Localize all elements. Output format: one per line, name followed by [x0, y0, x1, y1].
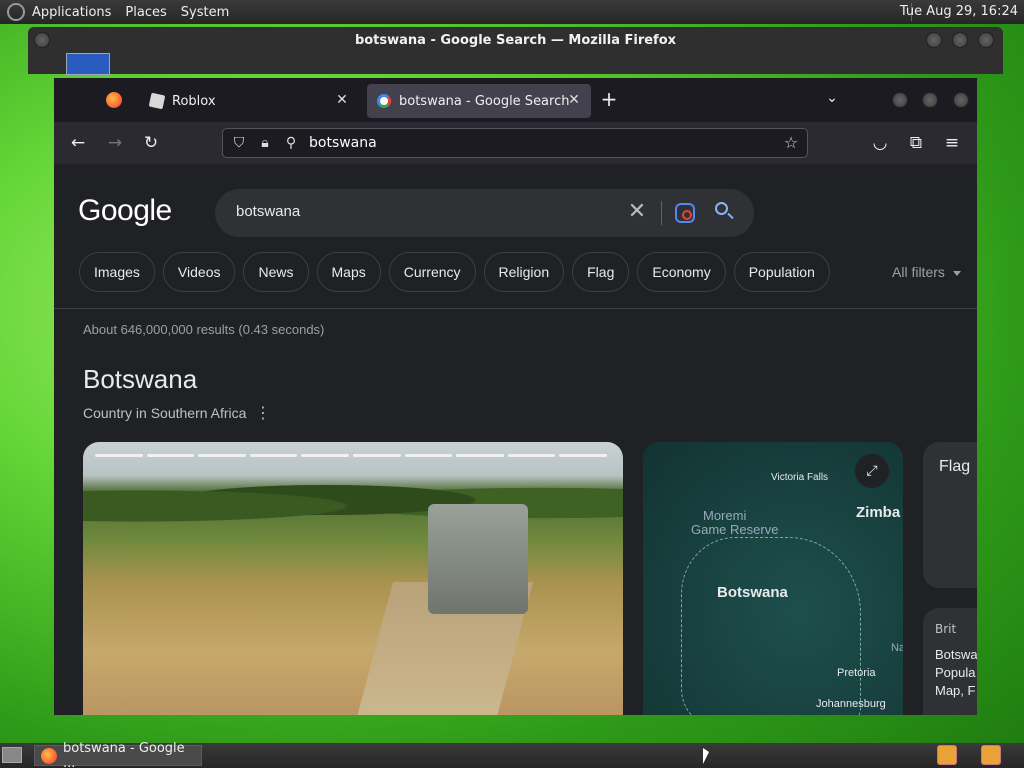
- snippet-line: Botswa: [935, 647, 977, 662]
- reload-icon[interactable]: ↻: [139, 131, 163, 155]
- all-filters-label: All filters: [892, 264, 945, 280]
- tab-label: Roblox: [172, 93, 216, 109]
- tab-bar: Roblox ✕ botswana - Google Search ✕ + ⌄: [54, 78, 977, 122]
- inner-maximize-button[interactable]: [922, 92, 938, 108]
- distro-logo-icon[interactable]: [7, 3, 25, 21]
- task-label: botswana - Google ...: [62, 740, 185, 768]
- chip-currency[interactable]: Currency: [388, 252, 476, 292]
- chip-economy[interactable]: Economy: [637, 252, 726, 292]
- map-border: [681, 537, 861, 715]
- firefox-icon: [41, 747, 57, 764]
- divider: [54, 308, 977, 309]
- system-menu[interactable]: System: [174, 5, 236, 20]
- map-label-pretoria: Pretoria: [837, 667, 876, 679]
- search-input[interactable]: botswana: [236, 203, 300, 220]
- caret-down-icon: [952, 270, 961, 276]
- inner-minimize-button[interactable]: [892, 92, 908, 108]
- nav-toolbar: ← → ↻ ⛉ 🔒︎ ⚲ botswana ☆ ◡ ⧉ ≡: [54, 122, 977, 164]
- more-options-icon[interactable]: ⋮: [255, 404, 271, 422]
- google-results-page: Google botswana ✕ Images Videos News Map…: [54, 164, 977, 715]
- url-text[interactable]: botswana: [309, 135, 377, 151]
- chip-population[interactable]: Population: [733, 252, 830, 292]
- search-icon[interactable]: [713, 200, 737, 224]
- permissions-icon[interactable]: ⚲: [281, 133, 301, 153]
- minimize-button[interactable]: [926, 32, 942, 48]
- filter-chips: Images Videos News Maps Currency Religio…: [79, 252, 838, 294]
- results-count: About 646,000,000 results (0.43 seconds): [83, 322, 325, 337]
- map-label-victoria-falls: Victoria Falls: [771, 472, 829, 483]
- tracking-shield-icon[interactable]: ⛉: [229, 133, 249, 153]
- flag-card-title: Flag: [939, 458, 971, 475]
- chip-videos[interactable]: Videos: [162, 252, 236, 292]
- bottom-panel: botswana - Google ...: [0, 741, 1024, 768]
- slideshow-progress: [95, 454, 611, 457]
- taskbar-firefox-task[interactable]: botswana - Google ...: [34, 741, 202, 768]
- map-label-johannesburg: Johannesburg: [816, 698, 886, 710]
- snippet-line: Popula: [935, 665, 976, 680]
- map-label-game-reserve: Game Reserve: [691, 522, 779, 537]
- britannica-snippet: Botswa Popula Map, F: [935, 646, 977, 700]
- flag-card[interactable]: Flag: [923, 442, 977, 588]
- britannica-source: Brit: [935, 622, 957, 636]
- pocket-icon[interactable]: ◡: [868, 131, 892, 155]
- chip-religion[interactable]: Religion: [483, 252, 565, 292]
- firefox-window: Roblox ✕ botswana - Google Search ✕ + ⌄ …: [54, 78, 977, 715]
- chip-news[interactable]: News: [243, 252, 309, 292]
- map-label-na: Na: [891, 642, 903, 654]
- maximize-button[interactable]: [952, 32, 968, 48]
- firefox-launcher-icon[interactable]: [937, 745, 957, 765]
- tab-label: botswana - Google Search: [399, 93, 570, 109]
- desktop-tile: [66, 53, 110, 75]
- knowledge-panel-subtitle: Country in Southern Africa: [83, 405, 247, 421]
- britannica-card[interactable]: Brit Botswa Popula Map, F: [923, 608, 977, 715]
- firefox-view-icon[interactable]: [106, 92, 122, 108]
- map-label-zimba: Zimba: [856, 504, 901, 521]
- knowledge-panel-title: Botswana: [83, 364, 198, 394]
- close-button[interactable]: [978, 32, 994, 48]
- firefox-launcher-icon-2[interactable]: [981, 745, 1001, 765]
- roblox-favicon-icon: [148, 92, 166, 110]
- map-label-moremi: Moremi: [703, 508, 747, 523]
- hamburger-menu-icon[interactable]: ≡: [940, 131, 964, 155]
- safari-photo[interactable]: [83, 442, 623, 715]
- tab-google-search[interactable]: botswana - Google Search ✕: [367, 84, 591, 118]
- url-bar[interactable]: ⛉ 🔒︎ ⚲ botswana ☆: [222, 128, 808, 158]
- all-filters-button[interactable]: All filters: [892, 264, 961, 280]
- outer-firefox-window: botswana - Google Search — Mozilla Firef…: [28, 27, 1003, 74]
- clear-search-icon[interactable]: ✕: [625, 200, 649, 224]
- search-box[interactable]: botswana ✕: [215, 189, 754, 237]
- google-favicon-icon: [377, 94, 391, 108]
- list-all-tabs-chevron-icon[interactable]: ⌄: [822, 90, 842, 110]
- google-logo[interactable]: Google: [78, 194, 172, 228]
- bookmark-star-icon[interactable]: ☆: [781, 133, 801, 153]
- chip-flag[interactable]: Flag: [572, 252, 630, 292]
- lock-icon[interactable]: 🔒︎: [255, 133, 275, 153]
- show-desktop-icon[interactable]: [2, 747, 22, 763]
- snippet-line: Map, F: [935, 683, 976, 698]
- top-panel: Applications Places System Tue Aug 29, 1…: [0, 0, 1024, 24]
- inner-close-button[interactable]: [953, 92, 969, 108]
- new-tab-icon[interactable]: +: [599, 89, 619, 110]
- search-divider: [661, 201, 662, 225]
- forward-arrow-icon[interactable]: →: [103, 131, 127, 155]
- expand-map-icon[interactable]: ⤢: [855, 454, 889, 488]
- map-card[interactable]: Victoria Falls Moremi Game Reserve Zimba…: [643, 442, 903, 715]
- photo-jeep: [428, 504, 528, 614]
- close-tab-icon[interactable]: ✕: [333, 91, 351, 109]
- outer-window-title: botswana - Google Search — Mozilla Firef…: [354, 33, 677, 48]
- applications-menu[interactable]: Applications: [25, 5, 118, 20]
- google-lens-icon[interactable]: [675, 203, 695, 223]
- clock[interactable]: Tue Aug 29, 16:24: [900, 4, 1018, 19]
- places-menu[interactable]: Places: [118, 5, 173, 20]
- photo-trees: [83, 470, 623, 530]
- map-label-botswana: Botswana: [717, 584, 788, 601]
- tab-roblox[interactable]: Roblox ✕: [140, 84, 359, 118]
- chip-maps[interactable]: Maps: [316, 252, 381, 292]
- close-tab-icon[interactable]: ✕: [565, 91, 583, 109]
- mouse-cursor-icon: [703, 748, 709, 764]
- chip-images[interactable]: Images: [79, 252, 155, 292]
- back-arrow-icon[interactable]: ←: [66, 131, 90, 155]
- extensions-puzzle-icon[interactable]: ⧉: [904, 131, 928, 155]
